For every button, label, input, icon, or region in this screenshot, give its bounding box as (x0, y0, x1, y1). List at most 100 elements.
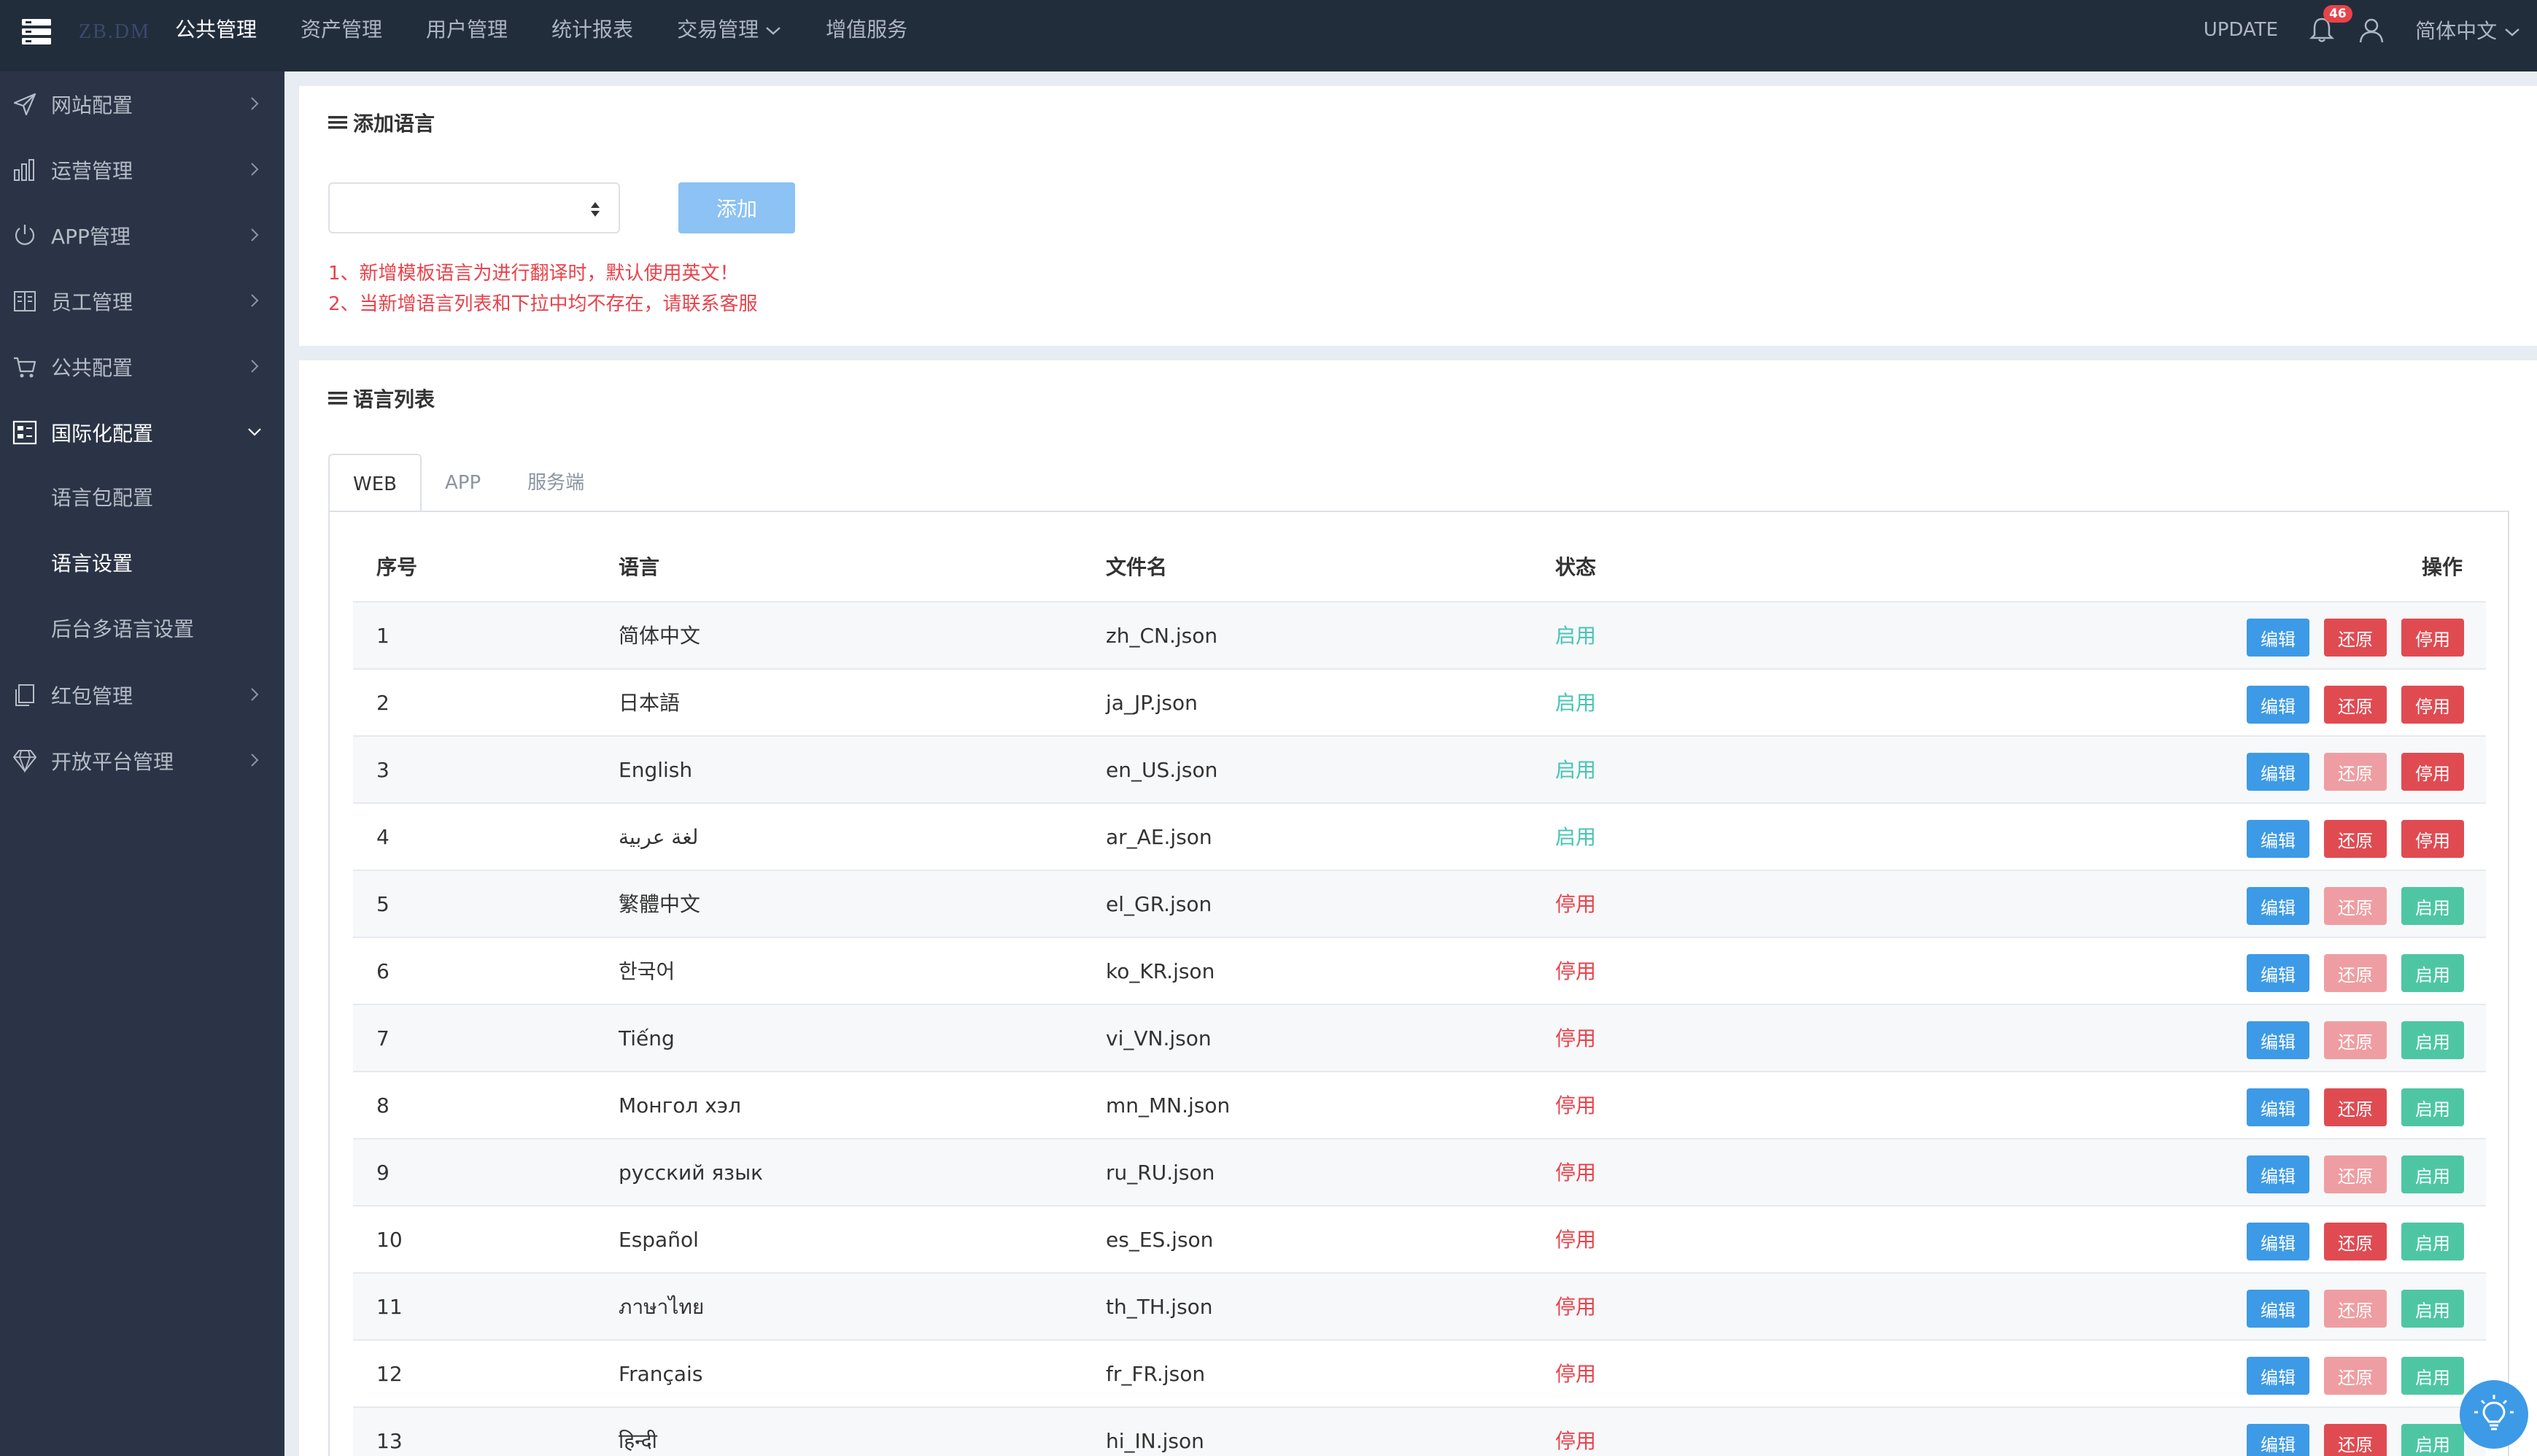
row-language: 繁體中文 (619, 892, 701, 916)
diamond-icon (13, 750, 36, 773)
row-language: русский язык (619, 1161, 764, 1185)
disable-button[interactable]: 停用 (2401, 619, 2464, 657)
row-status: 启用 (1555, 624, 1597, 648)
table-row: 11 ภาษาไทย th_TH.json 停用 编辑 还原 启用 (353, 1272, 2486, 1339)
sidebar-subitem-language-settings[interactable]: 语言设置 (0, 531, 284, 597)
row-index: 7 (376, 1026, 390, 1050)
nav-user-management[interactable]: 用户管理 (404, 0, 530, 71)
restore-button[interactable]: 还原 (2324, 753, 2387, 791)
enable-button[interactable]: 启用 (2401, 887, 2464, 925)
note-line-2: 2、当新增语言列表和下拉中均不存在，请联系客服 (328, 293, 758, 315)
enable-button[interactable]: 启用 (2401, 1357, 2464, 1395)
restore-button[interactable]: 还原 (2324, 820, 2387, 858)
disable-button[interactable]: 停用 (2401, 753, 2464, 791)
nav-statistics[interactable]: 统计报表 (530, 0, 655, 71)
nav-asset-management[interactable]: 资产管理 (279, 0, 404, 71)
restore-button[interactable]: 还原 (2324, 1223, 2387, 1261)
tab-server[interactable]: 服务端 (504, 454, 608, 512)
restore-button[interactable]: 还原 (2324, 1290, 2387, 1328)
restore-button[interactable]: 还原 (2324, 1155, 2387, 1193)
row-index: 8 (376, 1093, 390, 1118)
sidebar-subitem-language-pack[interactable]: 语言包配置 (0, 465, 284, 531)
panel-title-text: 添加语言 (353, 112, 435, 136)
edit-button[interactable]: 编辑 (2247, 1021, 2309, 1059)
edit-button[interactable]: 编辑 (2247, 686, 2309, 724)
row-index: 12 (376, 1362, 403, 1386)
restore-button[interactable]: 还原 (2324, 1424, 2387, 1456)
edit-button[interactable]: 编辑 (2247, 820, 2309, 858)
edit-button[interactable]: 编辑 (2247, 887, 2309, 925)
sidebar-item-staff-management[interactable]: 员工管理 (0, 268, 284, 334)
menu-toggle-icon[interactable] (19, 15, 54, 50)
edit-button[interactable]: 编辑 (2247, 954, 2309, 992)
restore-button[interactable]: 还原 (2324, 1021, 2387, 1059)
edit-button[interactable]: 编辑 (2247, 753, 2309, 791)
sidebar-item-site-config[interactable]: 网站配置 (0, 71, 284, 137)
disable-button[interactable]: 停用 (2401, 686, 2464, 724)
enable-button[interactable]: 启用 (2401, 1021, 2464, 1059)
row-status: 停用 (1555, 959, 1597, 983)
row-status: 启用 (1555, 691, 1597, 715)
chevron-right-icon (251, 294, 259, 307)
language-switcher[interactable]: 简体中文 (2415, 15, 2521, 44)
disable-button[interactable]: 停用 (2401, 820, 2464, 858)
restore-button[interactable]: 还原 (2324, 619, 2387, 657)
restore-button[interactable]: 还原 (2324, 686, 2387, 724)
table-row: 13 हिन्दी hi_IN.json 停用 编辑 还原 启用 (353, 1406, 2486, 1456)
add-language-button[interactable]: 添加 (678, 182, 795, 233)
sidebar-item-operations[interactable]: 运营管理 (0, 137, 284, 203)
top-bar: ZB.DM 公共管理 资产管理 用户管理 统计报表 交易管理 增值服务 UPDA… (0, 0, 2537, 71)
enable-button[interactable]: 启用 (2401, 1088, 2464, 1126)
sidebar-subitem-admin-multilang[interactable]: 后台多语言设置 (0, 597, 284, 662)
enable-button[interactable]: 启用 (2401, 954, 2464, 992)
help-button[interactable] (2460, 1380, 2528, 1449)
language-select[interactable] (328, 182, 620, 233)
edit-button[interactable]: 编辑 (2247, 1155, 2309, 1193)
edit-button[interactable]: 编辑 (2247, 619, 2309, 657)
nav-value-added[interactable]: 增值服务 (804, 0, 929, 71)
lightbulb-icon (2474, 1395, 2514, 1430)
enable-button[interactable]: 启用 (2401, 1290, 2464, 1328)
tab-web[interactable]: WEB (328, 454, 422, 512)
row-actions: 编辑 还原 启用 (2247, 1357, 2464, 1395)
edit-button[interactable]: 编辑 (2247, 1424, 2309, 1456)
row-actions: 编辑 还原 启用 (2247, 1290, 2464, 1328)
row-actions: 编辑 还原 启用 (2247, 954, 2464, 992)
restore-button[interactable]: 还原 (2324, 1088, 2387, 1126)
sidebar-item-i18n-config[interactable]: 国际化配置 (0, 400, 284, 465)
notification-button[interactable]: 46 (2307, 5, 2352, 44)
edit-button[interactable]: 编辑 (2247, 1290, 2309, 1328)
sidebar-item-open-platform[interactable]: 开放平台管理 (0, 728, 284, 794)
sidebar-item-red-packet[interactable]: 红包管理 (0, 662, 284, 728)
language-label: 简体中文 (2415, 19, 2498, 43)
nav-trade-management[interactable]: 交易管理 (655, 0, 804, 71)
chevron-right-icon (251, 228, 259, 241)
table-row: 10 Español es_ES.json 停用 编辑 还原 启用 (353, 1205, 2486, 1272)
restore-button[interactable]: 还原 (2324, 887, 2387, 925)
edit-button[interactable]: 编辑 (2247, 1357, 2309, 1395)
restore-button[interactable]: 还原 (2324, 954, 2387, 992)
restore-button[interactable]: 还原 (2324, 1357, 2387, 1395)
row-language: ภาษาไทย (619, 1295, 705, 1319)
nav-public-management[interactable]: 公共管理 (153, 0, 279, 71)
nav-label: 交易管理 (677, 18, 759, 42)
column-header-status: 状态 (1555, 555, 1597, 579)
row-language: Монгол хэл (619, 1093, 742, 1118)
enable-button[interactable]: 启用 (2401, 1424, 2464, 1456)
list-icon (328, 392, 347, 405)
update-link[interactable]: UPDATE (2204, 19, 2278, 41)
sidebar-item-label: 网站配置 (51, 93, 133, 117)
sidebar-item-app-management[interactable]: APP管理 (0, 203, 284, 268)
user-icon[interactable] (2357, 15, 2386, 44)
sidebar-item-public-config[interactable]: 公共配置 (0, 334, 284, 400)
enable-button[interactable]: 启用 (2401, 1155, 2464, 1193)
enable-button[interactable]: 启用 (2401, 1223, 2464, 1261)
chevron-down-icon (248, 428, 261, 436)
top-right-tools: UPDATE 46 简体中文 (2204, 0, 2537, 60)
edit-button[interactable]: 编辑 (2247, 1088, 2309, 1126)
tab-app[interactable]: APP (422, 454, 504, 512)
row-actions: 编辑 还原 启用 (2247, 1021, 2464, 1059)
sidebar-item-label: APP管理 (51, 225, 131, 249)
edit-button[interactable]: 编辑 (2247, 1223, 2309, 1261)
row-index: 3 (376, 758, 390, 782)
